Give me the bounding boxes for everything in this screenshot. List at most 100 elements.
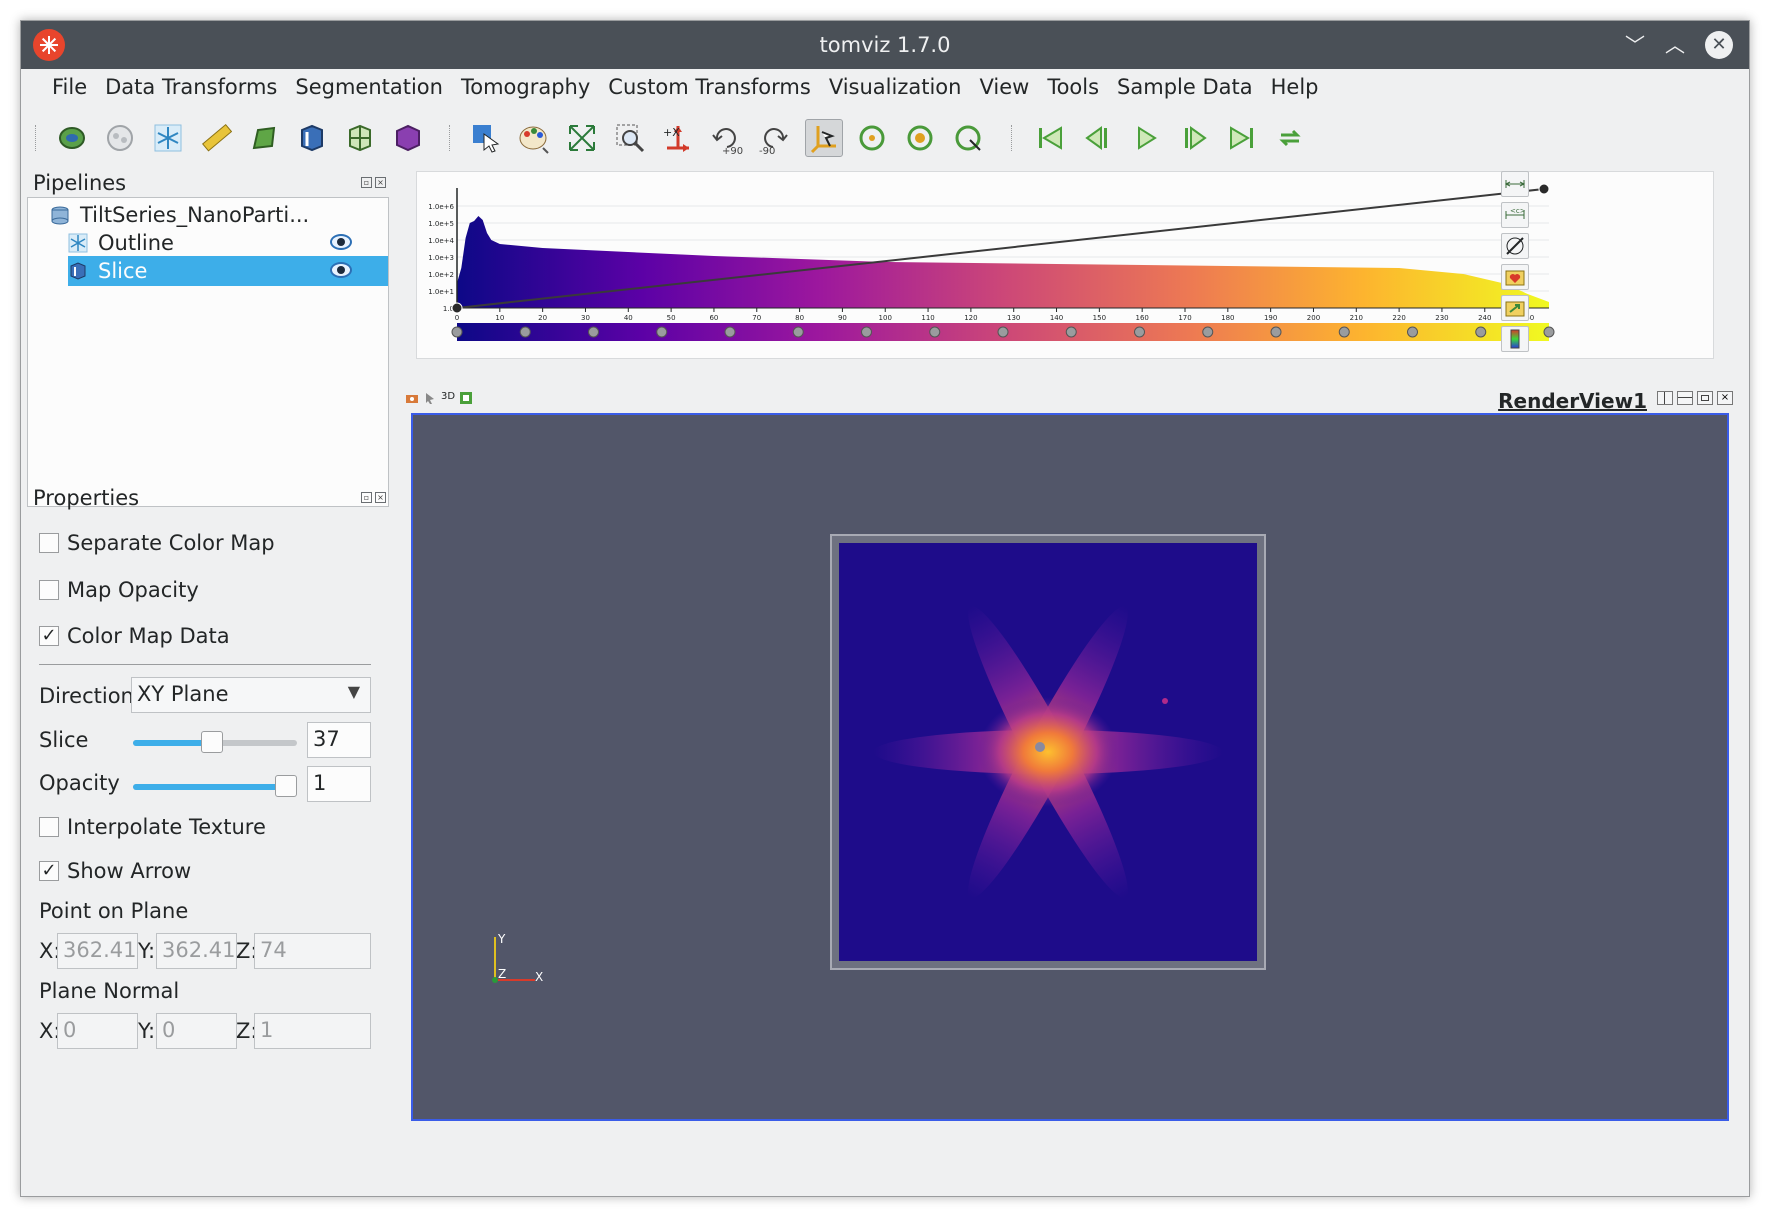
close-view-icon[interactable]: ×: [1717, 391, 1733, 405]
first-frame-icon[interactable]: [1031, 119, 1069, 157]
opacity-control-point[interactable]: [1538, 183, 1550, 195]
colormap-control-point[interactable]: [1270, 326, 1282, 338]
reset-camera-icon[interactable]: [563, 119, 601, 157]
rescale-range-icon[interactable]: [1501, 171, 1529, 197]
render-scene[interactable]: Y X Z: [413, 415, 1727, 1119]
checkbox-box-checked[interactable]: ✓: [39, 861, 59, 881]
colormap-control-point[interactable]: [997, 326, 1009, 338]
view-settings-icon[interactable]: [459, 391, 473, 405]
normal-z-field[interactable]: 1: [254, 1013, 371, 1049]
last-frame-icon[interactable]: [1223, 119, 1261, 157]
rotate-custom-icon[interactable]: [949, 119, 987, 157]
colormap-control-point[interactable]: [451, 326, 463, 338]
checkbox-box[interactable]: [39, 580, 59, 600]
menu-segmentation[interactable]: Segmentation: [286, 69, 452, 107]
title-bar[interactable]: tomviz 1.7.0 ﹀ ︿ ✕: [21, 21, 1749, 69]
opacity-input[interactable]: 1: [307, 766, 371, 802]
opacity-control-point[interactable]: [451, 302, 463, 314]
clip-icon[interactable]: [293, 119, 331, 157]
close-dock-icon[interactable]: ×: [375, 492, 386, 503]
reset-opacity-icon[interactable]: [1501, 233, 1529, 259]
ruler-icon[interactable]: [197, 119, 235, 157]
slice-slider[interactable]: [133, 731, 297, 753]
colormap-control-point[interactable]: [588, 326, 599, 338]
custom-range-icon[interactable]: <c>: [1501, 202, 1529, 228]
split-vertical-icon[interactable]: [1677, 391, 1693, 405]
rotate-minus90-icon[interactable]: -90: [755, 119, 793, 157]
colormap-control-point[interactable]: [1338, 326, 1350, 338]
menu-help[interactable]: Help: [1262, 69, 1328, 107]
colormap-control-point[interactable]: [1202, 326, 1214, 338]
axis-view-icon[interactable]: +X: [659, 119, 697, 157]
checkbox-box[interactable]: [39, 817, 59, 837]
zoom-to-box-icon[interactable]: [611, 119, 649, 157]
minimize-button[interactable]: ﹀: [1621, 31, 1649, 59]
capture-icon[interactable]: [405, 391, 419, 405]
color-palette-icon[interactable]: [515, 119, 553, 157]
close-dock-icon[interactable]: ×: [375, 177, 386, 188]
normal-y-field[interactable]: 0: [156, 1013, 237, 1049]
close-button[interactable]: ✕: [1705, 31, 1733, 59]
view-mode-label[interactable]: 3D: [441, 391, 455, 402]
render-view-canvas[interactable]: Y X Z: [411, 413, 1729, 1121]
opacity-slider[interactable]: [133, 775, 297, 797]
rotate-view-icon[interactable]: [853, 119, 891, 157]
contour-icon[interactable]: [341, 119, 379, 157]
previous-frame-icon[interactable]: [1079, 119, 1117, 157]
colormap-control-point[interactable]: [929, 326, 941, 338]
colormap-control-point[interactable]: [792, 326, 804, 338]
colormap-control-point[interactable]: [1475, 326, 1487, 338]
menu-tools[interactable]: Tools: [1038, 69, 1108, 107]
show-arrow-checkbox[interactable]: ✓ Show Arrow: [39, 859, 191, 883]
loop-icon[interactable]: [1271, 119, 1309, 157]
pipeline-item-slice[interactable]: Slice: [68, 256, 388, 286]
split-horizontal-icon[interactable]: [1657, 391, 1673, 405]
interact-icon[interactable]: [467, 119, 505, 157]
checkbox-box-checked[interactable]: ✓: [39, 626, 59, 646]
reconstruct-icon[interactable]: [149, 119, 187, 157]
visibility-eye-icon[interactable]: [330, 234, 352, 250]
colormap-control-point[interactable]: [656, 326, 668, 338]
menu-sample-data[interactable]: Sample Data: [1108, 69, 1262, 107]
center-rotation-icon[interactable]: [805, 119, 843, 157]
maximize-view-icon[interactable]: [1697, 391, 1713, 405]
checkbox-box[interactable]: [39, 533, 59, 553]
colormap-control-point[interactable]: [1134, 326, 1145, 338]
pipeline-root-row[interactable]: TiltSeries_NanoParti...: [50, 200, 380, 230]
next-frame-icon[interactable]: [1175, 119, 1213, 157]
colormap-control-point[interactable]: [1407, 326, 1418, 338]
select-icon[interactable]: [423, 391, 437, 405]
pipeline-item-outline[interactable]: Outline: [68, 228, 388, 258]
interpolate-texture-checkbox[interactable]: Interpolate Texture: [39, 815, 266, 839]
normal-x-field[interactable]: 0: [57, 1013, 138, 1049]
visibility-eye-icon[interactable]: [330, 262, 352, 278]
menu-visualization[interactable]: Visualization: [820, 69, 971, 107]
choose-preset-icon[interactable]: [1501, 295, 1529, 321]
point-x-field[interactable]: 362.4137: [57, 933, 138, 969]
menu-file[interactable]: File: [43, 69, 96, 107]
volume-icon[interactable]: [389, 119, 427, 157]
rotate-reset-icon[interactable]: [901, 119, 939, 157]
float-dock-icon[interactable]: ▫: [361, 177, 372, 188]
threshold-icon[interactable]: [245, 119, 283, 157]
menu-tomography[interactable]: Tomography: [452, 69, 599, 107]
direction-dropdown[interactable]: XY Plane ▼: [131, 677, 371, 713]
rotate-plus90-icon[interactable]: +90: [707, 119, 745, 157]
color-map-data-checkbox[interactable]: ✓ Color Map Data: [39, 624, 230, 648]
menu-view[interactable]: View: [970, 69, 1038, 107]
colormap-control-point[interactable]: [519, 326, 531, 338]
menu-data-transforms[interactable]: Data Transforms: [96, 69, 286, 107]
map-opacity-checkbox[interactable]: Map Opacity: [39, 578, 199, 602]
colormap-legend-icon[interactable]: [1501, 326, 1529, 352]
colormap-control-point[interactable]: [861, 326, 872, 338]
slice-slider-handle[interactable]: [200, 731, 223, 753]
colormap-control-point[interactable]: [724, 326, 736, 338]
save-preset-icon[interactable]: [1501, 264, 1529, 290]
colormap-control-point[interactable]: [1543, 326, 1555, 338]
point-y-field[interactable]: 362.4137: [156, 933, 237, 969]
menu-custom-transforms[interactable]: Custom Transforms: [599, 69, 820, 107]
float-dock-icon[interactable]: ▫: [361, 492, 372, 503]
slice-input[interactable]: 37: [307, 722, 371, 758]
play-icon[interactable]: [1127, 119, 1165, 157]
separate-color-map-checkbox[interactable]: Separate Color Map: [39, 531, 275, 555]
